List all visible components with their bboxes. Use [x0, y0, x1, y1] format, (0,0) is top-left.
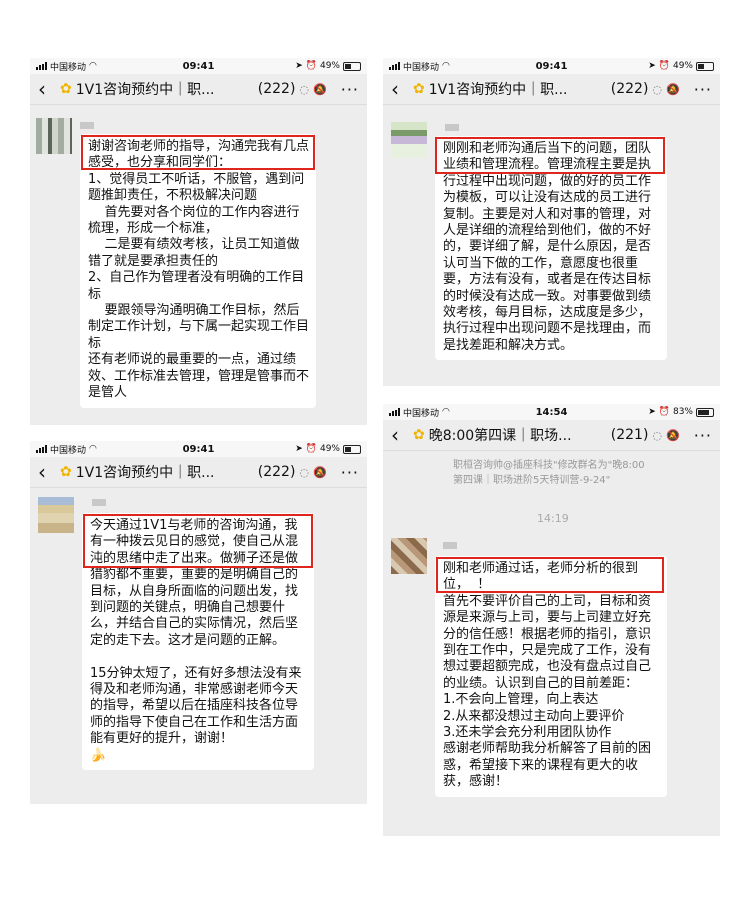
status-bar: 中国移动 ◠ 09:41 ➤ ⏰ 49% [383, 58, 720, 74]
sunflower-icon: ✿ [60, 81, 72, 97]
wifi-icon: ◠ [89, 444, 97, 454]
carrier-label: 中国移动 [403, 408, 440, 419]
highlight-box [436, 557, 664, 593]
avatar[interactable] [38, 497, 74, 533]
signal-icon [389, 62, 400, 70]
battery-label: 83% [672, 407, 693, 417]
screen-3: 中国移动 ◠ 09:41 ➤ ⏰ 49% ‹ ✿ 1V1咨询预约中｜职... (… [30, 441, 367, 804]
screen-4: 中国移动 ◠ 14:54 ➤ ⏰ 83% ‹ ✿ 晚8:00第四课｜职场... … [383, 404, 720, 836]
battery-label: 49% [319, 61, 340, 71]
chat-title[interactable]: 1V1咨询预约中｜职... [429, 79, 607, 99]
avatar[interactable] [36, 118, 72, 154]
alarm-icon: ⏰ [305, 61, 317, 71]
bell-slash-icon: 🔕 [666, 428, 680, 442]
chat-header: ‹ ✿ 晚8:00第四课｜职场... (221) ◌ 🔕 ··· [383, 420, 720, 451]
sender-name [92, 499, 106, 506]
wifi-icon: ◠ [442, 61, 450, 71]
chat-title[interactable]: 1V1咨询预约中｜职... [76, 462, 254, 482]
battery-label: 49% [319, 444, 340, 454]
sender-name [80, 122, 94, 129]
back-icon[interactable]: ‹ [38, 457, 60, 487]
chat-title[interactable]: 1V1咨询预约中｜职... [76, 79, 254, 99]
carrier-label: 中国移动 [50, 62, 87, 73]
avatar[interactable] [391, 122, 427, 158]
spinner-icon: ◌ [652, 428, 663, 442]
spinner-icon: ◌ [652, 82, 663, 96]
location-icon: ➤ [648, 407, 656, 417]
signal-icon [36, 62, 47, 70]
more-icon[interactable]: ··· [341, 80, 359, 99]
system-message: 职桓咨询帅@插座科技"修改群名为"晚8:00 [453, 460, 645, 471]
alarm-icon: ⏰ [658, 407, 670, 417]
location-icon: ➤ [295, 444, 303, 454]
message-bubble: 谢谢咨询老师的指导，沟通完我有几点感受，也分享和同学们： 1、觉得员工不听话，不… [80, 134, 316, 408]
signal-icon [389, 408, 400, 416]
location-icon: ➤ [648, 61, 656, 71]
chat-title[interactable]: 晚8:00第四课｜职场... [429, 425, 607, 445]
battery-label: 49% [672, 61, 693, 71]
member-count: (222) [257, 464, 296, 480]
back-icon[interactable]: ‹ [391, 420, 413, 450]
bell-slash-icon: 🔕 [313, 465, 327, 479]
highlight-box [83, 514, 313, 568]
location-icon: ➤ [295, 61, 303, 71]
chat-header: ‹ ✿ 1V1咨询预约中｜职... (222) ◌ 🔕 ··· [30, 74, 367, 105]
sunflower-icon: ✿ [413, 81, 425, 97]
avatar[interactable] [391, 538, 427, 574]
alarm-icon: ⏰ [658, 61, 670, 71]
battery-icon [343, 61, 361, 71]
status-bar: 中国移动 ◠ 09:41 ➤ ⏰ 49% [30, 58, 367, 74]
battery-icon [696, 407, 714, 417]
more-icon[interactable]: ··· [694, 426, 712, 445]
wifi-icon: ◠ [442, 407, 450, 417]
screen-2: 中国移动 ◠ 09:41 ➤ ⏰ 49% ‹ ✿ 1V1咨询预约中｜职... (… [383, 58, 720, 386]
highlight-box [435, 137, 665, 174]
message-timestamp: 14:19 [537, 512, 569, 525]
sender-name [445, 124, 459, 131]
wifi-icon: ◠ [89, 61, 97, 71]
bell-slash-icon: 🔕 [313, 82, 327, 96]
banana-emoji: 🍌 [90, 747, 107, 763]
chat-header: ‹ ✿ 1V1咨询预约中｜职... (222) ◌ 🔕 ··· [30, 457, 367, 488]
sunflower-icon: ✿ [60, 464, 72, 480]
member-count: (222) [610, 81, 649, 97]
bell-slash-icon: 🔕 [666, 82, 680, 96]
back-icon[interactable]: ‹ [391, 74, 413, 104]
status-bar: 中国移动 ◠ 09:41 ➤ ⏰ 49% [30, 441, 367, 457]
spinner-icon: ◌ [299, 82, 310, 96]
carrier-label: 中国移动 [50, 445, 87, 456]
signal-icon [36, 445, 47, 453]
more-icon[interactable]: ··· [694, 80, 712, 99]
system-message: 第四课｜职场进阶5天特训营-9-24" [453, 475, 611, 486]
screen-1: 中国移动 ◠ 09:41 ➤ ⏰ 49% ‹ ✿ 1V1咨询预约中｜职... (… [30, 58, 367, 425]
sender-name [443, 542, 457, 549]
carrier-label: 中国移动 [403, 62, 440, 73]
more-icon[interactable]: ··· [341, 463, 359, 482]
chat-header: ‹ ✿ 1V1咨询预约中｜职... (222) ◌ 🔕 ··· [383, 74, 720, 105]
member-count: (221) [610, 427, 649, 443]
battery-icon [343, 444, 361, 454]
back-icon[interactable]: ‹ [38, 74, 60, 104]
battery-icon [696, 61, 714, 71]
spinner-icon: ◌ [299, 465, 310, 479]
alarm-icon: ⏰ [305, 444, 317, 454]
status-bar: 中国移动 ◠ 14:54 ➤ ⏰ 83% [383, 404, 720, 420]
highlight-box [81, 135, 315, 170]
member-count: (222) [257, 81, 296, 97]
sunflower-icon: ✿ [413, 427, 425, 443]
